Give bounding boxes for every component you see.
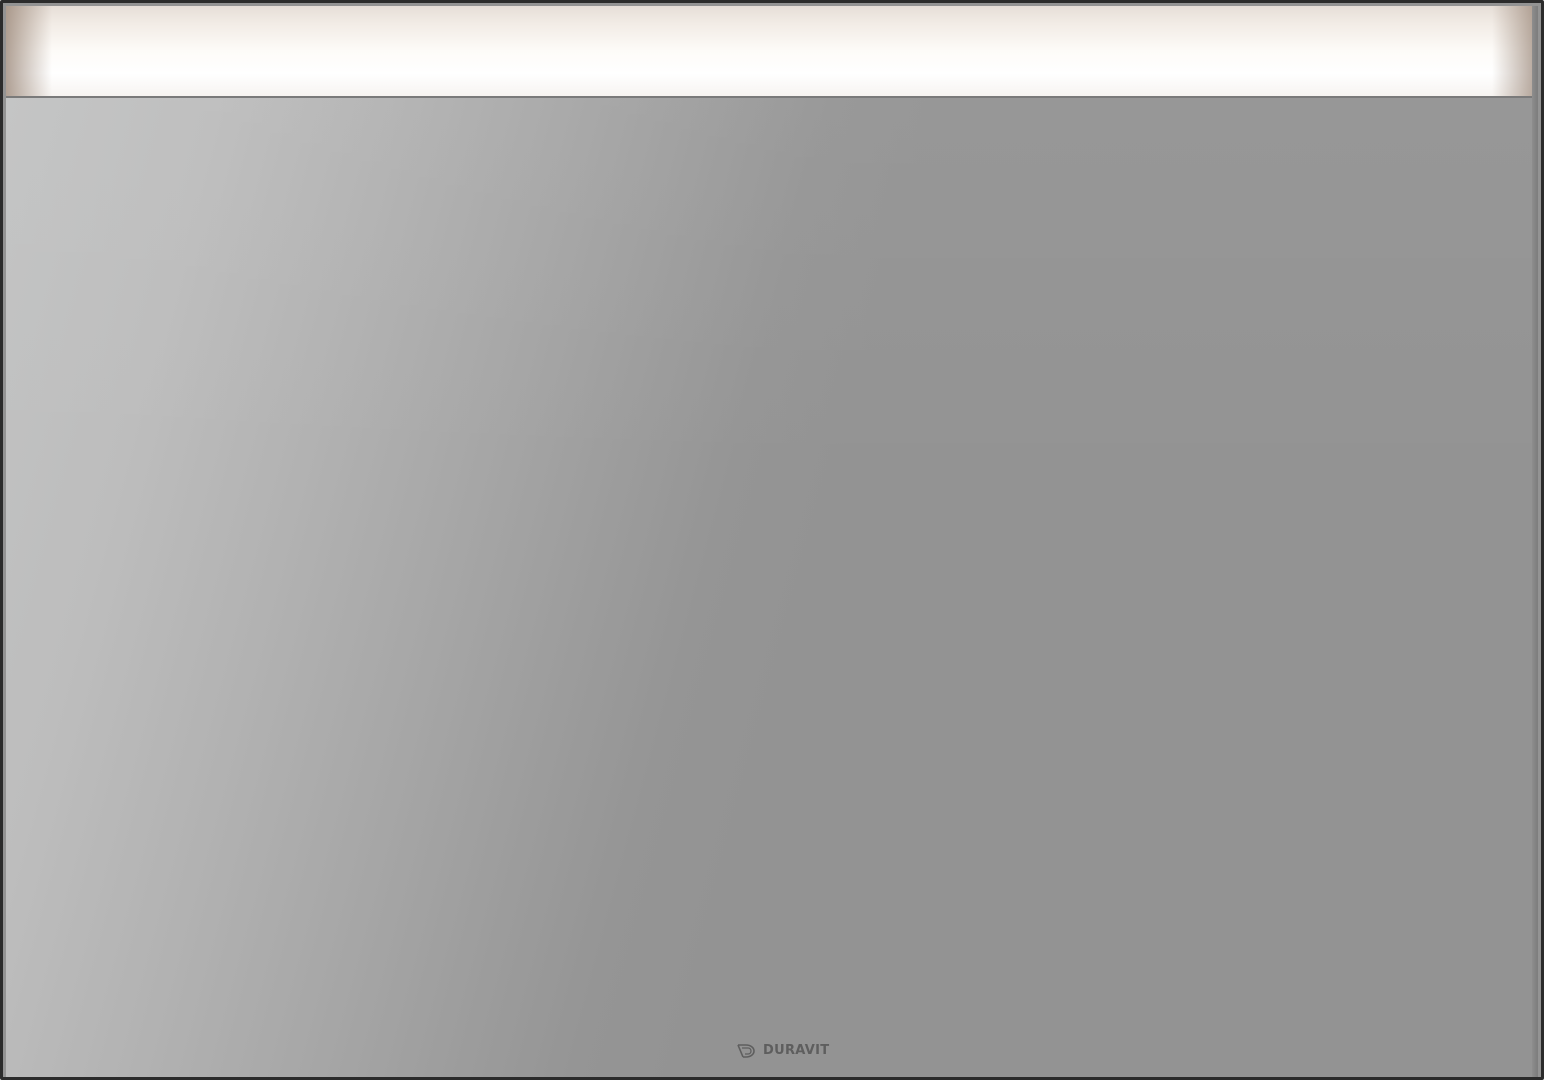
- led-light-bar: [6, 6, 1538, 98]
- duravit-logo-icon: [737, 1044, 755, 1058]
- brand-logo: DURAVIT: [737, 1041, 829, 1061]
- brand-name: DURAVIT: [763, 1043, 830, 1058]
- mirror-glass: [6, 98, 1538, 1077]
- mirror-side-edge: [1532, 6, 1538, 1077]
- mirror-frame: DURAVIT: [0, 0, 1544, 1080]
